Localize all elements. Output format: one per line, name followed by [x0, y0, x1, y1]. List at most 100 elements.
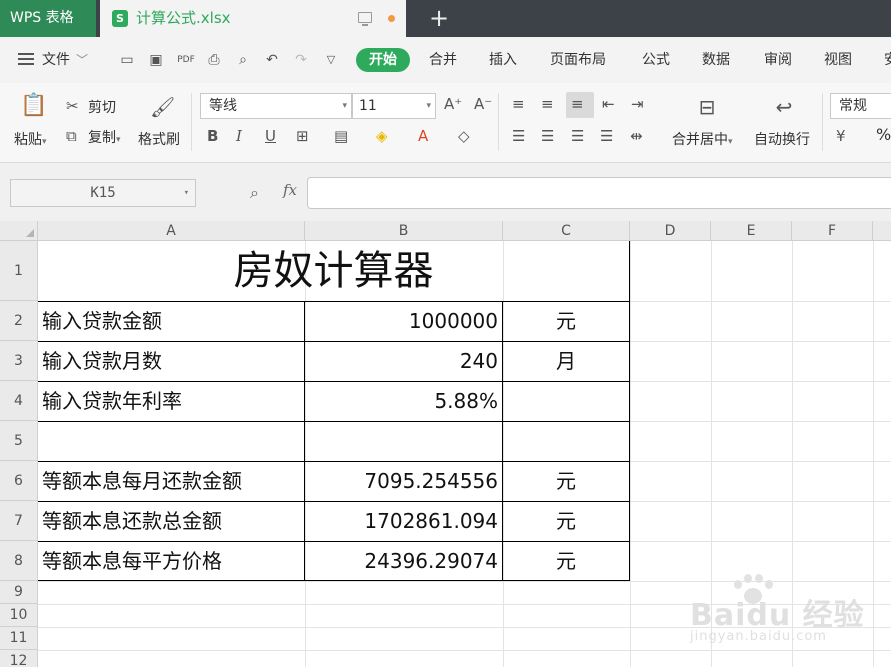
cut-button[interactable]: 剪切 [88, 97, 116, 117]
row-header-5[interactable]: 5 [0, 421, 38, 461]
cell-a4[interactable]: 输入贷款年利率 [38, 381, 304, 421]
insert-function-button[interactable]: fx [283, 181, 297, 199]
paste-icon[interactable]: 📋 [20, 93, 47, 119]
open-folder-icon[interactable]: ▭ [118, 51, 136, 69]
align-left-icon[interactable]: ☰ [512, 127, 525, 145]
column-header-b[interactable]: B [305, 221, 503, 241]
cell-c8[interactable]: 元 [503, 541, 629, 581]
align-bottom-icon[interactable]: ≡ [571, 95, 584, 113]
cell-c3[interactable]: 月 [503, 341, 629, 381]
calculator-title-cell[interactable]: 房奴计算器 [38, 241, 629, 301]
underline-icon[interactable]: U [265, 127, 276, 145]
column-header-f[interactable]: F [792, 221, 873, 241]
menu-tab-review[interactable]: 审阅 [764, 37, 792, 83]
row-header-6[interactable]: 6 [0, 461, 38, 501]
export-pdf-icon[interactable]: PDF [177, 51, 195, 69]
justify-icon[interactable]: ☰ [600, 127, 613, 145]
menu-tab-merge[interactable]: 合并 [429, 37, 457, 83]
cell-c7[interactable]: 元 [503, 501, 629, 541]
cell-a6[interactable]: 等额本息每月还款金额 [38, 461, 304, 501]
align-right-icon[interactable]: ☰ [571, 127, 584, 145]
menu-tab-formula[interactable]: 公式 [642, 37, 670, 83]
row-header-11[interactable]: 11 [0, 627, 38, 650]
cell-b7[interactable]: 1702861.094 [305, 501, 502, 541]
file-menu[interactable]: 文件 ﹀ [18, 37, 88, 83]
cell-b8[interactable]: 24396.29074 [305, 541, 502, 581]
row-header-12[interactable]: 12 [0, 650, 38, 667]
decrease-font-icon[interactable]: A⁻ [474, 95, 492, 113]
formula-input[interactable] [307, 177, 891, 209]
bold-icon[interactable]: B [207, 127, 218, 145]
spreadsheet-grid[interactable]: A B C D E F 1 2 3 4 5 6 7 8 9 10 11 12 房… [0, 221, 891, 667]
column-header-d[interactable]: D [630, 221, 711, 241]
font-name-select[interactable]: 等线 ▾ [200, 93, 352, 119]
menu-tab-security[interactable]: 安 [884, 37, 891, 83]
font-color-icon[interactable]: A [418, 127, 428, 145]
decrease-indent-icon[interactable]: ⇤ [602, 95, 615, 113]
align-top-icon[interactable]: ≡ [512, 95, 525, 113]
cell-a3[interactable]: 输入贷款月数 [38, 341, 304, 381]
cell-c4[interactable] [503, 381, 629, 421]
formula-bar: K15 ▾ ⌕ fx [0, 163, 891, 221]
align-center-icon[interactable]: ☰ [541, 127, 554, 145]
column-header-e[interactable]: E [711, 221, 792, 241]
row-header-1[interactable]: 1 [0, 241, 38, 301]
align-middle-icon[interactable]: ≡ [541, 95, 554, 113]
new-tab-button[interactable]: + [425, 4, 453, 32]
row-header-3[interactable]: 3 [0, 341, 38, 381]
fill-pattern-icon[interactable]: ▤ [334, 127, 348, 145]
column-header-c[interactable]: C [503, 221, 630, 241]
cell-b6[interactable]: 7095.254556 [305, 461, 502, 501]
row-header-9[interactable]: 9 [0, 581, 38, 604]
column-header-a[interactable]: A [38, 221, 305, 241]
number-format-select[interactable]: 常规 [830, 93, 891, 119]
font-size-select[interactable]: 11 ▾ [352, 93, 436, 119]
menu-tab-page-layout[interactable]: 页面布局 [550, 37, 606, 83]
format-painter-button[interactable]: 格式刷 [138, 129, 180, 149]
row-header-4[interactable]: 4 [0, 381, 38, 421]
undo-icon[interactable]: ↶ [263, 51, 281, 69]
cell-c6[interactable]: 元 [503, 461, 629, 501]
cell-b4[interactable]: 5.88% [305, 381, 502, 421]
document-tab[interactable]: S 计算公式.xlsx [100, 0, 406, 37]
paste-button[interactable]: 粘贴▾ [14, 129, 47, 149]
clear-format-icon[interactable]: ◇ [458, 127, 470, 145]
cell-c2[interactable]: 元 [503, 301, 629, 341]
row-header-7[interactable]: 7 [0, 501, 38, 541]
monitor-icon[interactable] [358, 12, 372, 26]
copy-button[interactable]: 复制▾ [88, 127, 121, 147]
row-header-2[interactable]: 2 [0, 301, 38, 341]
distributed-align-icon[interactable]: ⇹ [630, 127, 643, 145]
fill-color-icon[interactable]: ◈ [376, 127, 388, 145]
cell-a7[interactable]: 等额本息还款总金额 [38, 501, 304, 541]
menu-tab-insert[interactable]: 插入 [489, 37, 517, 83]
zoom-search-icon[interactable]: ⌕ [250, 183, 259, 203]
italic-icon[interactable]: I [236, 127, 242, 145]
customize-toolbar-icon[interactable]: ▽ [322, 51, 340, 69]
print-preview-icon[interactable]: ⌕ [234, 51, 252, 69]
menu-tab-data[interactable]: 数据 [702, 37, 730, 83]
name-box[interactable]: K15 ▾ [10, 179, 196, 207]
cell-b3[interactable]: 240 [305, 341, 502, 381]
column-header-g[interactable] [873, 221, 891, 241]
cell-a8[interactable]: 等额本息每平方价格 [38, 541, 304, 581]
borders-icon[interactable]: ⊞ [296, 127, 309, 145]
save-icon[interactable]: ▣ [147, 51, 165, 69]
row-header-10[interactable]: 10 [0, 604, 38, 627]
cell-b2[interactable]: 1000000 [305, 301, 502, 341]
menu-tab-start[interactable]: 开始 [356, 48, 410, 72]
print-icon[interactable]: ⎙ [205, 51, 223, 69]
redo-icon[interactable]: ↷ [292, 51, 310, 69]
app-tab[interactable]: WPS 表格 [0, 0, 96, 37]
cell-a2[interactable]: 输入贷款金额 [38, 301, 304, 341]
currency-icon[interactable]: ¥ [836, 127, 846, 145]
row-header-8[interactable]: 8 [0, 541, 38, 581]
merge-center-button[interactable]: 合并居中▾ [672, 129, 733, 149]
select-all-corner[interactable] [0, 221, 38, 241]
percent-button[interactable]: % [876, 125, 891, 144]
wrap-text-button[interactable]: 自动换行 [754, 129, 810, 149]
increase-font-icon[interactable]: A⁺ [444, 95, 462, 113]
increase-indent-icon[interactable]: ⇥ [631, 95, 644, 113]
menu-tab-view[interactable]: 视图 [824, 37, 852, 83]
gridline [38, 581, 891, 582]
